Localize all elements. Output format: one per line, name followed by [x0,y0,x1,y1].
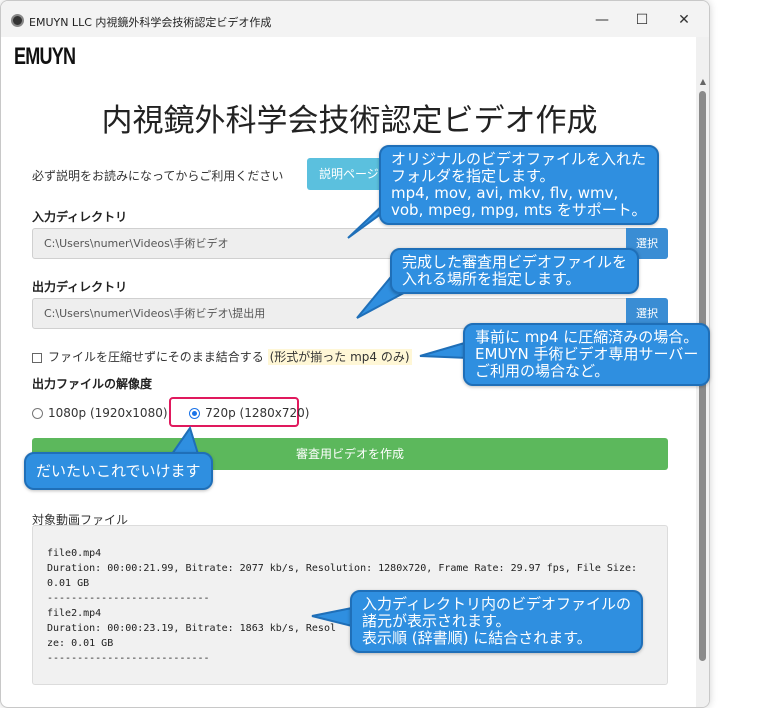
callout-text: オリジナルのビデオファイルを入れた [391,150,647,168]
concat-label: ファイルを圧縮せずにそのまま結合する [48,350,264,364]
callout-output-dir: 完成した審査用ビデオファイルを 入れる場所を指定します。 [390,248,640,294]
callout-text: EMUYN 手術ビデオ専用サーバー [475,345,699,363]
callout-text: 事前に mp4 に圧縮済みの場合。 [475,328,699,346]
callout-resolution: だいたいこれでいけます [24,452,213,490]
radio-1080p-label[interactable]: 1080p (1920x1080) [48,406,168,420]
callout-text: 諸元が表示されます。 [362,612,511,630]
callout-text: 完成した審査用ビデオファイルを [402,253,628,271]
window-title: EMUYN LLC 内視鏡外科学会技術認定ビデオ作成 [29,16,272,29]
maximize-button[interactable]: ☐ [627,9,657,31]
radio-720p[interactable] [189,408,201,419]
radio-1080p[interactable] [32,408,43,419]
callout-text: 入れる場所を指定します。 [402,270,581,288]
notice-text: 必ず説明をお読みになってからご利用ください [32,169,284,183]
resolution-options: 1080p (1920x1080) 720p (1280x720) [32,406,309,420]
callout-concat: 事前に mp4 に圧縮済みの場合。 EMUYN 手術ビデオ専用サーバー ご利用の… [463,323,711,386]
resolution-label: 出力ファイルの解像度 [32,377,153,391]
close-button[interactable]: ✕ [669,9,699,31]
page-title: 内視鏡外科学会技術認定ビデオ作成 [101,103,598,139]
callout-input-dir: オリジナルのビデオファイルを入れた フォルダを指定します。 mp4, mov, … [379,145,659,225]
input-dir-label: 入力ディレクトリ [32,210,128,224]
logo: EMUYN [14,43,76,70]
callout-text: vob, mpeg, mpg, mts をサポート。 [391,201,647,219]
callout-text: ご利用の場合など。 [475,362,610,380]
concat-option[interactable]: ファイルを圧縮せずにそのまま結合する (形式が揃った mp4 のみ) [32,348,412,365]
callout-text: 表示順 (辞書順) に結合されます。 [362,629,592,647]
concat-note: (形式が揃った mp4 のみ) [267,349,412,365]
callout-text: だいたいこれでいけます [36,462,201,480]
title-bar: EMUYN LLC 内視鏡外科学会技術認定ビデオ作成 — ☐ ✕ [1,1,709,37]
scroll-up-icon[interactable]: ▲ [700,77,706,86]
output-dir-label: 出力ディレクトリ [32,280,128,294]
callout-text: mp4, mov, avi, mkv, flv, wmv, [391,184,619,202]
minimize-button[interactable]: — [587,9,617,31]
concat-checkbox[interactable] [32,352,42,363]
app-icon [11,14,24,27]
callout-text: 入力ディレクトリ内のビデオファイルの [362,595,631,613]
radio-720p-label[interactable]: 720p (1280x720) [205,406,309,420]
callout-text: フォルダを指定します。 [391,167,555,185]
callout-tail-files [311,606,353,628]
callout-files: 入力ディレクトリ内のビデオファイルの 諸元が表示されます。 表示順 (辞書順) … [350,590,643,653]
